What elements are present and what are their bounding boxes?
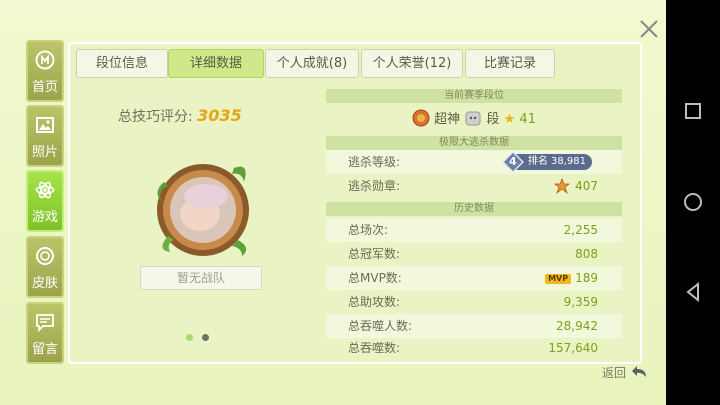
history-value: 2,255	[563, 223, 598, 237]
history-row-mvp: 总MVP数: MVP 189	[326, 266, 622, 290]
escape-data-header: 极限大逃杀数据	[326, 136, 622, 150]
android-nav-bar	[666, 0, 720, 405]
page-indicator-dot	[202, 334, 209, 341]
skin-icon	[36, 247, 54, 265]
history-label: 总吞噬数:	[348, 341, 401, 355]
sidebar-label-home: 首页	[31, 80, 58, 95]
skill-score-label: 总技巧评分:	[118, 109, 193, 125]
history-label: 总助攻数:	[348, 295, 401, 309]
history-label: 总MVP数:	[348, 271, 402, 285]
history-value: 9,359	[563, 295, 598, 309]
history-value: 157,640	[548, 341, 598, 355]
back-button[interactable]: 返回	[602, 364, 648, 381]
tab-match-records[interactable]: 比赛记录	[465, 49, 555, 78]
home-nav-icon[interactable]	[680, 189, 706, 215]
history-row-devoured-players: 总吞噬人数: 28,942	[326, 314, 622, 338]
history-value: 808	[575, 247, 598, 261]
home-icon	[35, 50, 55, 70]
sidebar-item-home[interactable]: 首页	[26, 40, 64, 102]
history-label: 总场次:	[348, 223, 389, 237]
tab-rank-info[interactable]: 段位信息	[76, 49, 168, 78]
escape-level-row: 逃杀等级: 排名 38,981 4	[326, 150, 622, 174]
escape-medal-label: 逃杀勋章:	[348, 179, 401, 193]
tab-achievements[interactable]: 个人成就(8)	[265, 49, 359, 78]
rank-prefix: 超神	[434, 112, 461, 127]
recent-apps-icon[interactable]	[680, 98, 706, 124]
sidebar-item-messages[interactable]: 留言	[26, 302, 64, 364]
skill-score-value: 3035	[197, 106, 242, 125]
escape-medal-row: 逃杀勋章: 407	[326, 174, 622, 198]
sidebar-label-messages: 留言	[31, 342, 58, 357]
star-icon: ★	[503, 112, 516, 127]
player-avatar[interactable]	[148, 152, 258, 262]
sidebar-item-skins[interactable]: 皮肤	[26, 236, 64, 298]
tab-honors[interactable]: 个人荣誉(12)	[361, 49, 463, 78]
no-team-button[interactable]: 暂无战队	[140, 266, 262, 290]
season-rank-header: 当前赛季段位	[326, 89, 622, 103]
page-indicator-dot-active	[186, 334, 193, 341]
skill-score: 总技巧评分: 3035	[118, 106, 242, 126]
back-arrow-icon	[631, 366, 646, 377]
history-value: 189	[575, 271, 598, 285]
sidebar-label-photos: 照片	[31, 145, 58, 160]
back-nav-icon[interactable]	[680, 279, 706, 305]
season-rank-line: 超神 段 ★ 41	[326, 108, 622, 132]
tab-detailed-data[interactable]: 详细数据	[168, 49, 264, 78]
escape-level-label: 逃杀等级:	[348, 155, 401, 169]
mvp-tag: MVP	[545, 273, 572, 284]
back-label: 返回	[602, 366, 627, 380]
history-row-assists: 总助攻数: 9,359	[326, 290, 622, 314]
atom-icon	[35, 181, 55, 199]
photo-icon	[36, 117, 54, 133]
history-row-wins: 总冠军数: 808	[326, 242, 622, 266]
history-label: 总冠军数:	[348, 247, 401, 261]
game-screen: 首页 照片 游戏 皮肤 留言 段位信息 详细数据 个人成就(8) 个人荣誉(12…	[0, 0, 666, 405]
profile-panel: 段位信息 详细数据 个人成就(8) 个人荣誉(12) 比赛记录 总技巧评分: 3…	[68, 42, 642, 364]
sidebar-label-skins: 皮肤	[31, 276, 58, 291]
rank-stars: 41	[519, 112, 536, 127]
sidebar-item-photos[interactable]: 照片	[26, 105, 64, 167]
history-header: 历史数据	[326, 202, 622, 216]
medal-icon	[554, 178, 570, 194]
history-row-devoured-total: 总吞噬数: 157,640	[326, 338, 622, 358]
close-icon[interactable]	[636, 16, 662, 42]
escape-medal-value: 407	[575, 179, 598, 193]
history-value: 28,942	[556, 319, 598, 333]
sidebar-item-games[interactable]: 游戏	[26, 170, 64, 232]
rank-suffix: 段	[486, 112, 500, 127]
escape-rank-text: 排名 38,981	[527, 156, 586, 167]
escape-level-num: 4	[509, 155, 517, 168]
sidebar-label-games: 游戏	[31, 210, 58, 225]
rank-medal-icon	[412, 109, 430, 127]
history-value-mvp: MVP 189	[545, 266, 598, 290]
history-label: 总吞噬人数:	[348, 319, 413, 333]
rank-animal-icon	[465, 111, 481, 126]
message-icon	[36, 314, 54, 332]
history-row-matches: 总场次: 2,255	[326, 218, 622, 242]
